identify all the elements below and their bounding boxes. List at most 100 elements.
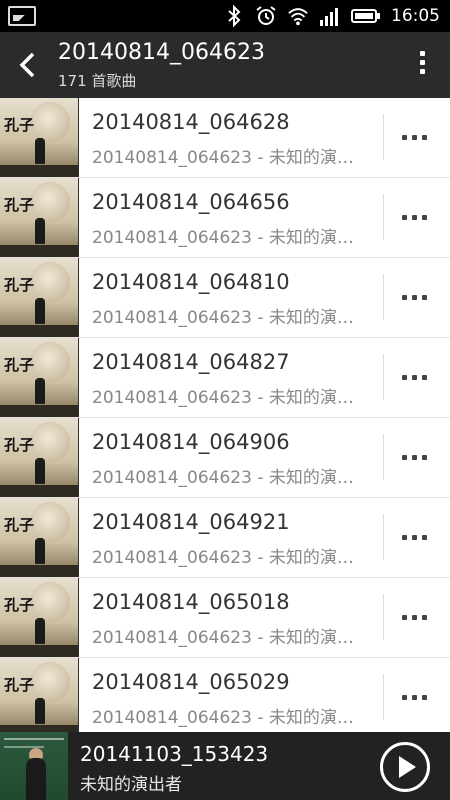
bluetooth-icon — [223, 5, 245, 27]
more-options-button[interactable] — [402, 128, 434, 146]
more-options-button[interactable] — [402, 528, 434, 546]
song-title: 20140814_065018 — [92, 590, 290, 614]
song-row[interactable]: 孔子 20140814_065018 20140814_064623 - 未知的演… — [0, 578, 450, 658]
song-title: 20140814_065029 — [92, 670, 290, 694]
more-dot — [422, 454, 427, 460]
more-dot — [422, 134, 427, 140]
album-art-text: 孔子 — [4, 116, 35, 134]
clock: 16:05 — [391, 6, 440, 26]
now-playing-art — [0, 732, 68, 800]
album-art: 孔子 — [0, 178, 79, 257]
album-art: 孔子 — [0, 258, 79, 337]
song-detail: 20140814_064623 - 未知的演… — [92, 148, 354, 168]
divider — [383, 674, 384, 720]
battery-icon — [351, 5, 381, 27]
more-dot — [402, 294, 407, 300]
more-dot — [412, 534, 417, 540]
song-row[interactable]: 孔子 20140814_064656 20140814_064623 - 未知的演… — [0, 178, 450, 258]
album-art: 孔子 — [0, 658, 79, 732]
album-art: 孔子 — [0, 418, 79, 497]
divider — [383, 274, 384, 320]
status-icons: 16:05 — [223, 0, 440, 32]
song-count: 171 首歌曲 — [58, 72, 137, 90]
more-dot — [422, 294, 427, 300]
more-options-button[interactable] — [402, 368, 434, 386]
song-detail: 20140814_064623 - 未知的演… — [92, 708, 354, 728]
more-dot — [402, 214, 407, 220]
more-dot — [402, 694, 407, 700]
now-playing-bar[interactable]: 20141103_153423 未知的演出者 — [0, 732, 450, 800]
status-bar: 16:05 — [0, 0, 450, 32]
album-art-text: 孔子 — [4, 596, 35, 614]
more-dot — [422, 614, 427, 620]
album-art-text: 孔子 — [4, 676, 35, 694]
more-options-button[interactable] — [402, 608, 434, 626]
divider — [383, 194, 384, 240]
divider — [383, 354, 384, 400]
overflow-dot — [419, 51, 425, 56]
play-button[interactable] — [380, 742, 430, 792]
overflow-dot — [419, 69, 425, 74]
more-dot — [402, 614, 407, 620]
alarm-icon — [255, 5, 277, 27]
album-art-text: 孔子 — [4, 356, 35, 374]
album-art-text: 孔子 — [4, 436, 35, 454]
song-list[interactable]: 孔子 20140814_064628 20140814_064623 - 未知的演… — [0, 98, 450, 732]
more-dot — [412, 134, 417, 140]
more-dot — [422, 534, 427, 540]
more-dot — [422, 694, 427, 700]
gallery-icon — [8, 6, 36, 26]
album-art: 孔子 — [0, 338, 79, 417]
song-detail: 20140814_064623 - 未知的演… — [92, 228, 354, 248]
song-row[interactable]: 孔子 20140814_064827 20140814_064623 - 未知的演… — [0, 338, 450, 418]
album-art-text: 孔子 — [4, 196, 35, 214]
more-options-button[interactable] — [402, 208, 434, 226]
overflow-dot — [419, 60, 425, 65]
now-playing-title: 20141103_153423 — [80, 742, 269, 766]
more-dot — [402, 374, 407, 380]
divider — [383, 114, 384, 160]
song-title: 20140814_064810 — [92, 270, 290, 294]
more-dot — [402, 534, 407, 540]
more-options-button[interactable] — [402, 448, 434, 466]
song-title: 20140814_064656 — [92, 190, 290, 214]
more-dot — [402, 454, 407, 460]
signal-icon — [319, 5, 341, 27]
more-dot — [412, 294, 417, 300]
chevron-left-icon — [19, 52, 35, 78]
back-button[interactable] — [16, 51, 40, 79]
song-row[interactable]: 孔子 20140814_064921 20140814_064623 - 未知的演… — [0, 498, 450, 578]
song-row[interactable]: 孔子 20140814_064810 20140814_064623 - 未知的演… — [0, 258, 450, 338]
header-bar: 20140814_064623 171 首歌曲 — [0, 32, 450, 98]
song-title: 20140814_064906 — [92, 430, 290, 454]
song-row[interactable]: 孔子 20140814_064906 20140814_064623 - 未知的演… — [0, 418, 450, 498]
more-dot — [422, 214, 427, 220]
song-detail: 20140814_064623 - 未知的演… — [92, 468, 354, 488]
song-row[interactable]: 孔子 20140814_065029 20140814_064623 - 未知的演… — [0, 658, 450, 732]
song-row[interactable]: 孔子 20140814_064628 20140814_064623 - 未知的演… — [0, 98, 450, 178]
song-detail: 20140814_064623 - 未知的演… — [92, 308, 354, 328]
album-art-text: 孔子 — [4, 516, 35, 534]
song-title: 20140814_064921 — [92, 510, 290, 534]
song-detail: 20140814_064623 - 未知的演… — [92, 548, 354, 568]
more-options-button[interactable] — [402, 288, 434, 306]
wifi-icon — [287, 5, 309, 27]
divider — [383, 434, 384, 480]
more-dot — [412, 214, 417, 220]
album-art: 孔子 — [0, 498, 79, 577]
song-detail: 20140814_064623 - 未知的演… — [92, 388, 354, 408]
playlist-title: 20140814_064623 — [58, 40, 265, 65]
more-dot — [412, 694, 417, 700]
album-art: 孔子 — [0, 98, 79, 177]
more-dot — [412, 614, 417, 620]
overflow-menu-button[interactable] — [418, 51, 426, 81]
more-dot — [422, 374, 427, 380]
more-options-button[interactable] — [402, 688, 434, 706]
song-detail: 20140814_064623 - 未知的演… — [92, 628, 354, 648]
divider — [383, 514, 384, 560]
song-title: 20140814_064628 — [92, 110, 290, 134]
now-playing-artist: 未知的演出者 — [80, 775, 182, 795]
album-art: 孔子 — [0, 578, 79, 657]
album-art-text: 孔子 — [4, 276, 35, 294]
more-dot — [412, 454, 417, 460]
